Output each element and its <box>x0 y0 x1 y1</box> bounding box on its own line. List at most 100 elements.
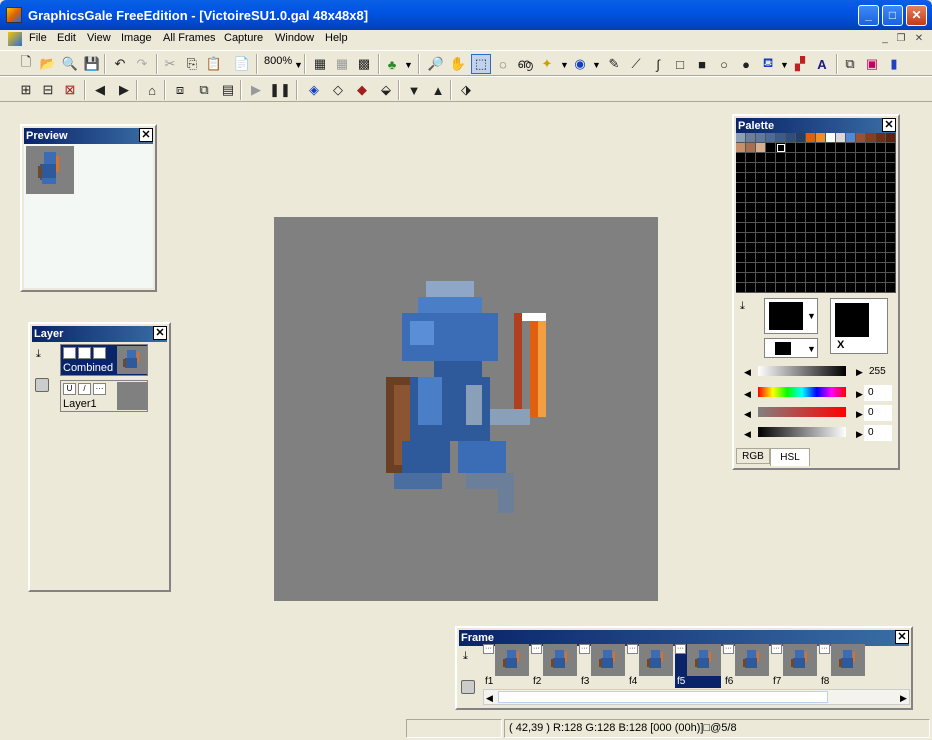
palette-swatch[interactable] <box>856 193 866 203</box>
saturation-slider[interactable] <box>758 407 846 417</box>
palette-swatch[interactable] <box>746 273 756 283</box>
palette-swatch[interactable] <box>886 263 896 273</box>
palette-swatch[interactable] <box>796 223 806 233</box>
palette-swatch[interactable] <box>756 283 766 293</box>
palette-swatch[interactable] <box>856 233 866 243</box>
palette-swatch[interactable] <box>826 253 836 263</box>
palette-swatch[interactable] <box>866 133 876 143</box>
palette-swatch[interactable] <box>756 273 766 283</box>
copy-icon[interactable]: ⎘ <box>182 54 202 74</box>
palette-swatch[interactable] <box>756 213 766 223</box>
palette-swatch[interactable] <box>816 133 826 143</box>
palette-swatch[interactable] <box>846 203 856 213</box>
palette-swatch[interactable] <box>826 243 836 253</box>
palette-swatch[interactable] <box>886 173 896 183</box>
palette-swatch[interactable] <box>766 213 776 223</box>
palette-swatch[interactable] <box>806 133 816 143</box>
close-button[interactable]: ✕ <box>906 5 927 26</box>
palette-swatch[interactable] <box>856 253 866 263</box>
stamp-tool-icon[interactable]: ⧉ <box>840 54 860 74</box>
frame-item-f6[interactable]: ··· f6 <box>723 644 769 688</box>
drawing-canvas[interactable] <box>274 217 658 601</box>
palette-swatch[interactable] <box>746 193 756 203</box>
palette-swatch[interactable] <box>876 273 886 283</box>
palette-swatch[interactable] <box>886 193 896 203</box>
fill-tool-icon[interactable]: ◉ <box>570 54 590 74</box>
value-slider[interactable] <box>758 366 846 376</box>
palette-swatch[interactable] <box>806 193 816 203</box>
undo-icon[interactable]: ↶ <box>110 54 130 74</box>
layer-import-icon[interactable]: ⤓ <box>36 348 41 361</box>
palette-swatch[interactable] <box>816 273 826 283</box>
palette-swatch[interactable] <box>796 213 806 223</box>
frame-options-button[interactable]: ··· <box>723 644 734 654</box>
layer-lock-toggle[interactable]: / <box>78 383 91 395</box>
palette-swatch[interactable] <box>806 283 816 293</box>
filled-rectangle-tool-icon[interactable]: ■ <box>692 54 712 74</box>
palette-swatch[interactable] <box>876 203 886 213</box>
rectangle-tool-icon[interactable]: □ <box>670 54 690 74</box>
palette-swatch[interactable] <box>746 173 756 183</box>
palette-swatch[interactable] <box>836 173 846 183</box>
palette-swatch[interactable] <box>866 233 876 243</box>
palette-swatch[interactable] <box>776 183 786 193</box>
frame-import-icon[interactable]: ⤓ <box>463 650 468 663</box>
frame-item-f4[interactable]: ··· f4 <box>627 644 673 688</box>
palette-swatch[interactable] <box>756 223 766 233</box>
palette-swatch[interactable] <box>816 253 826 263</box>
frame-item-f1[interactable]: ··· f1 <box>483 644 529 688</box>
palette-swatch[interactable] <box>836 283 846 293</box>
palette-swatch[interactable] <box>756 133 766 143</box>
palette-swatch[interactable] <box>886 153 896 163</box>
document-icon[interactable] <box>8 32 22 46</box>
palette-swatch[interactable] <box>806 203 816 213</box>
palette-swatch[interactable] <box>826 283 836 293</box>
palette-swatch[interactable] <box>816 223 826 233</box>
palette-swatch[interactable] <box>786 243 796 253</box>
color-mode-dropdown-icon[interactable]: ▼ <box>404 60 413 70</box>
palette-swatch[interactable] <box>746 253 756 263</box>
palette-swatch[interactable] <box>876 193 886 203</box>
palette-swatch[interactable] <box>776 263 786 273</box>
secondary-color-dropdown-icon[interactable]: ▼ <box>807 344 816 354</box>
palette-swatch[interactable] <box>846 133 856 143</box>
menu-file[interactable]: File <box>29 32 47 44</box>
paste-new-icon[interactable]: 📄 <box>232 54 252 74</box>
palette-swatch[interactable] <box>876 263 886 273</box>
palette-swatch[interactable] <box>746 183 756 193</box>
palette-swatch[interactable] <box>866 163 876 173</box>
merge-layer-icon[interactable]: ⬙ <box>376 80 396 100</box>
palette-swatch[interactable] <box>856 243 866 253</box>
palette-swatch[interactable] <box>836 253 846 263</box>
layer-down-icon[interactable]: ▼ <box>404 80 424 100</box>
palette-swatch[interactable] <box>746 263 756 273</box>
palette-swatch[interactable] <box>736 203 746 213</box>
palette-swatch[interactable] <box>866 203 876 213</box>
delete-frame-icon[interactable]: ⊠ <box>60 80 80 100</box>
palette-swatch[interactable] <box>866 153 876 163</box>
palette-swatch[interactable] <box>836 133 846 143</box>
palette-swatch[interactable] <box>826 183 836 193</box>
palette-swatch[interactable] <box>776 143 786 153</box>
magic-wand-icon[interactable]: ✦ <box>537 54 557 74</box>
paste-frame-icon[interactable]: ⧉ <box>194 80 214 100</box>
palette-swatch[interactable] <box>876 223 886 233</box>
pen-tool-icon[interactable]: ✎ <box>604 54 624 74</box>
hue-field[interactable]: 0 <box>864 385 892 401</box>
palette-swatch[interactable] <box>736 163 746 173</box>
play-icon[interactable]: ▶ <box>246 80 266 100</box>
layer-visible-toggle[interactable]: U <box>63 347 76 359</box>
palette-swatch[interactable] <box>836 233 846 243</box>
clip-frame-icon[interactable]: ▤ <box>218 80 238 100</box>
dropper-tool-icon[interactable]: ▮ <box>884 54 904 74</box>
palette-swatch[interactable] <box>796 243 806 253</box>
palette-swatch[interactable] <box>786 263 796 273</box>
palette-swatch[interactable] <box>746 243 756 253</box>
palette-swatch[interactable] <box>816 193 826 203</box>
palette-grid[interactable] <box>736 133 896 293</box>
palette-swatch[interactable] <box>826 273 836 283</box>
palette-swatch[interactable] <box>786 233 796 243</box>
menu-image[interactable]: Image <box>121 32 152 44</box>
palette-swatch[interactable] <box>816 163 826 173</box>
palette-swatch[interactable] <box>806 143 816 153</box>
